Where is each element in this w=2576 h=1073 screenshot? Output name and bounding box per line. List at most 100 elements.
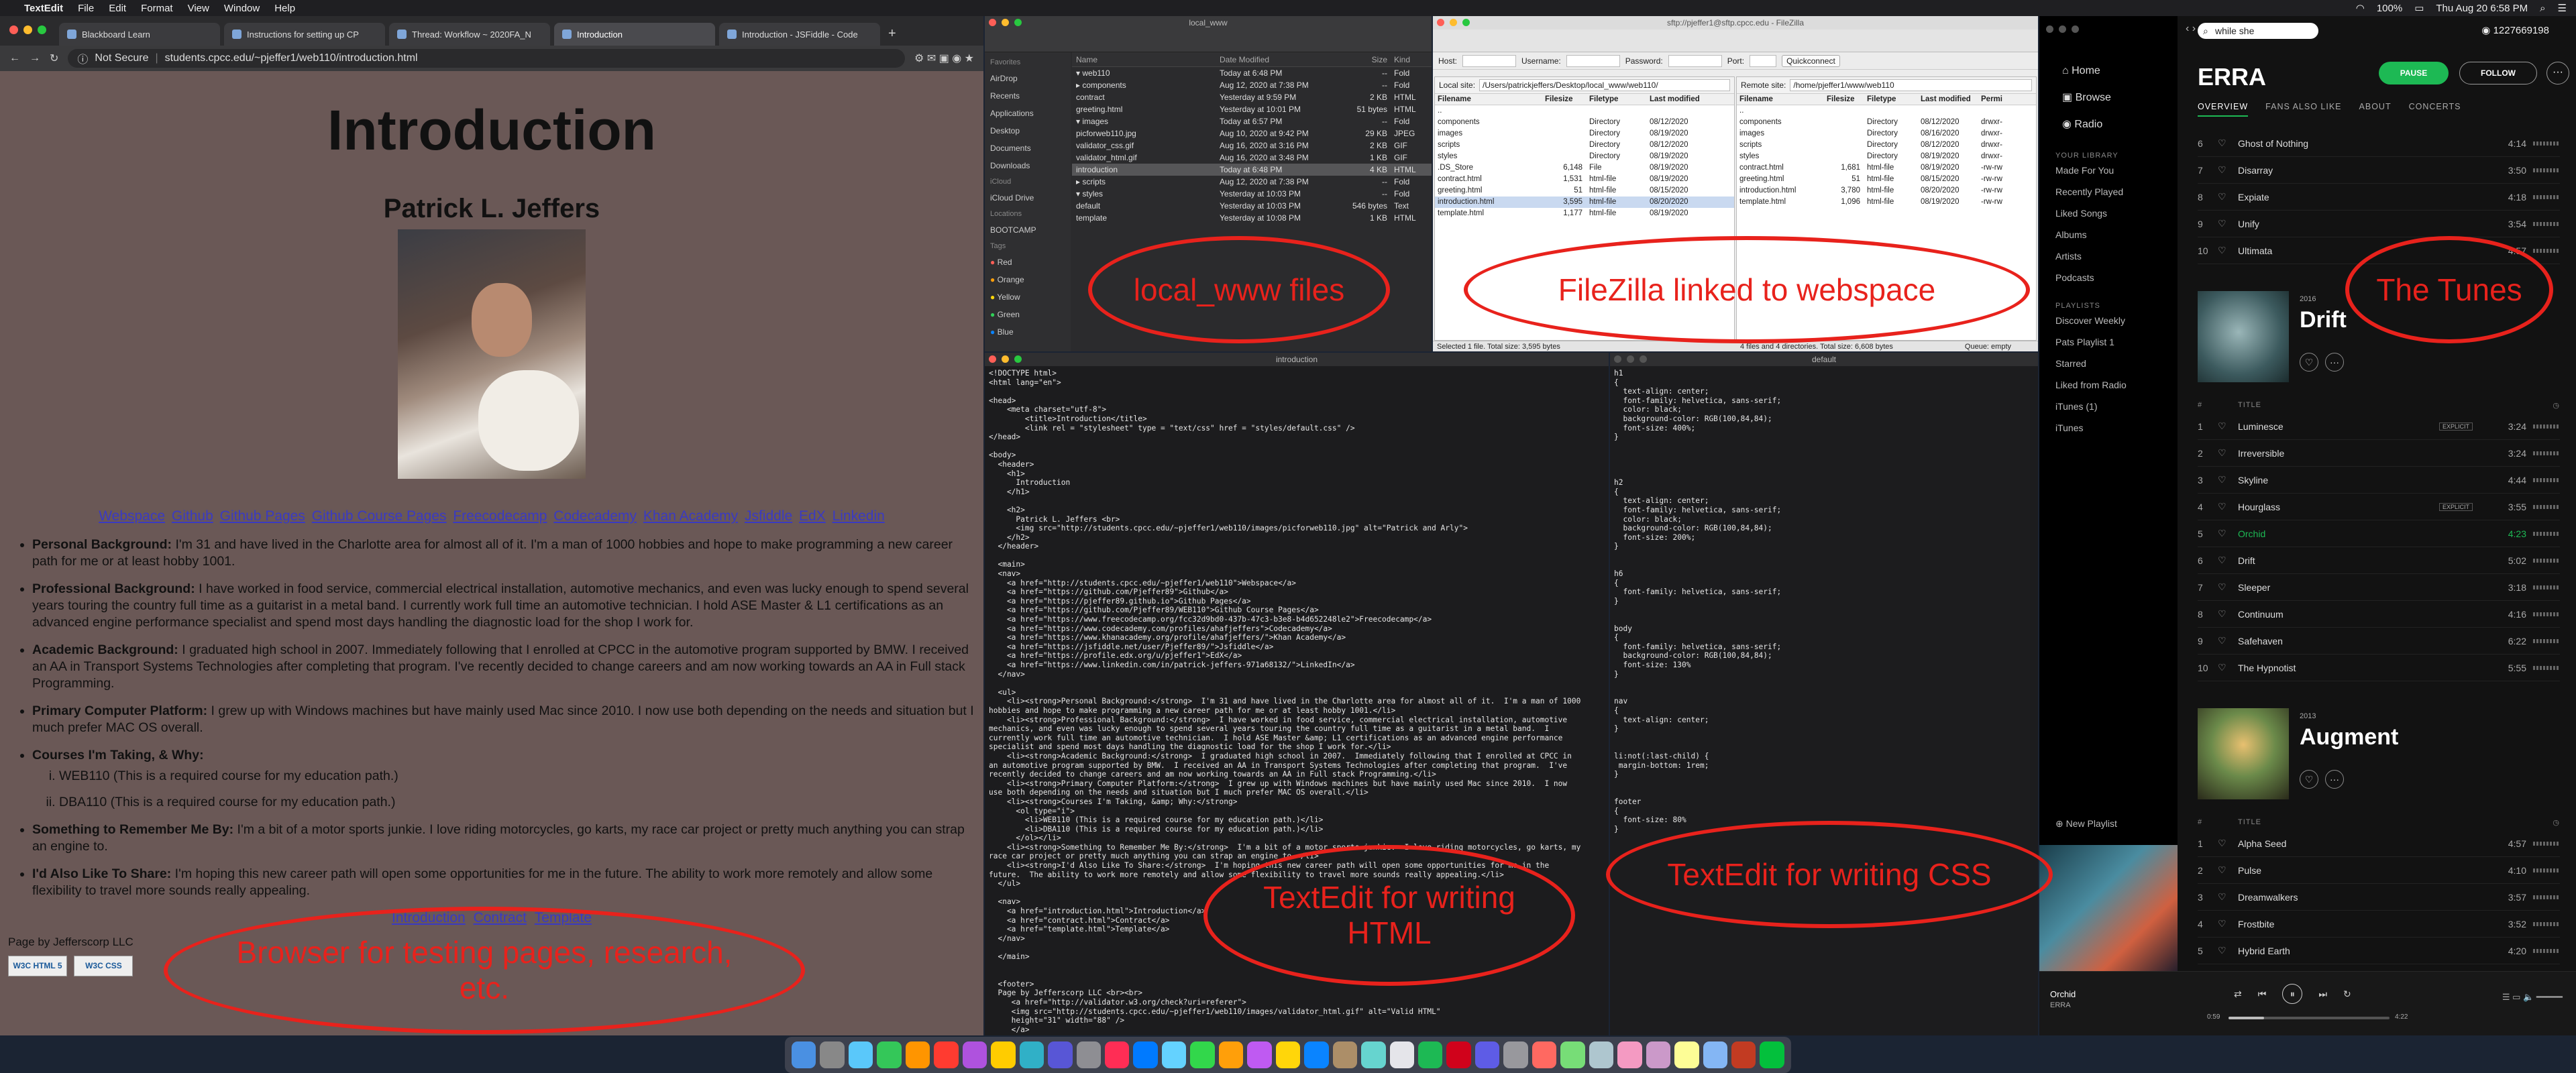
zoom-window-button[interactable] xyxy=(1462,19,1470,26)
link-github-pages[interactable]: Github Pages xyxy=(220,508,305,524)
library-item[interactable]: Liked Songs xyxy=(2039,203,2178,224)
heart-icon[interactable]: ♡ xyxy=(2218,528,2238,539)
column-header[interactable]: Filesize xyxy=(1824,94,1864,105)
dock-app-icon[interactable] xyxy=(1474,1041,1500,1068)
nav-radio[interactable]: ◉ Radio xyxy=(2062,111,2178,138)
file-row[interactable]: .DS_Store 6,148 File 08/19/2020 xyxy=(1435,162,1734,174)
sidebar-item-downloads[interactable]: Downloads xyxy=(990,157,1065,174)
file-row[interactable]: scripts Directory 08/12/2020 drwxr- xyxy=(1737,139,2036,151)
sidebar-item-documents[interactable]: Documents xyxy=(990,139,1065,157)
dock-app-icon[interactable] xyxy=(1446,1041,1471,1068)
tag-green[interactable]: ● Green xyxy=(990,306,1065,323)
dock-app-icon[interactable] xyxy=(792,1041,816,1068)
zoom-window-button[interactable] xyxy=(2072,25,2079,33)
minimize-window-button[interactable] xyxy=(1450,19,1457,26)
link-github-course-pages[interactable]: Github Course Pages xyxy=(312,508,447,524)
heart-icon[interactable]: ♡ xyxy=(2218,581,2238,593)
now-playing-artwork[interactable] xyxy=(2039,845,2178,976)
repeat-icon[interactable]: ↻ xyxy=(2343,989,2351,1000)
dock-app-icon[interactable] xyxy=(1275,1041,1301,1068)
finder-row[interactable]: picforweb110.jpg Aug 10, 2020 at 9:42 PM 2… xyxy=(1072,127,1432,139)
sidebar-item-icloud-drive[interactable]: iCloud Drive xyxy=(990,189,1065,207)
heart-icon[interactable]: ♡ xyxy=(2218,447,2238,459)
close-window-button[interactable] xyxy=(989,355,996,363)
url-field[interactable]: ⓘ Not Secure | students.cpcc.edu/~pjeffe… xyxy=(68,49,906,68)
dock-app-icon[interactable] xyxy=(1076,1041,1101,1068)
minimize-window-button[interactable] xyxy=(1002,355,1009,363)
file-row[interactable]: styles Directory 08/19/2020 xyxy=(1435,151,1734,162)
local-path-input[interactable]: /Users/patrickjeffers/Desktop/local_www/… xyxy=(1479,79,1730,91)
dock-app-icon[interactable] xyxy=(1361,1041,1386,1068)
minimize-window-button[interactable] xyxy=(23,25,32,34)
heart-icon[interactable]: ♡ xyxy=(2218,864,2238,876)
link-freecodecamp[interactable]: Freecodecamp xyxy=(453,508,547,524)
album-title[interactable]: Augment xyxy=(2300,724,2398,750)
finder-row[interactable]: validator_css.gif Aug 16, 2020 at 3:16 PM… xyxy=(1072,139,1432,152)
column-header[interactable]: Permi xyxy=(1978,94,2032,105)
track-row[interactable]: 4 ♡ Frostbite 3:52 xyxy=(2198,911,2560,938)
close-window-button[interactable] xyxy=(1614,355,1621,363)
column-header-name[interactable]: Name xyxy=(1072,52,1220,66)
zoom-window-button[interactable] xyxy=(1640,355,1647,363)
menu-file[interactable]: File xyxy=(78,3,94,14)
finder-row[interactable]: ▸ scripts Aug 12, 2020 at 7:38 PM -- Fold xyxy=(1072,176,1432,188)
finder-row[interactable]: ▾ images Today at 6:57 PM -- Fold xyxy=(1072,115,1432,127)
clock[interactable]: Thu Aug 20 6:58 PM xyxy=(2436,3,2528,14)
playlist-item[interactable]: Pats Playlist 1 xyxy=(2039,331,2178,353)
heart-icon[interactable]: ♡ xyxy=(2218,164,2238,176)
column-header[interactable]: Filetype xyxy=(1587,94,1647,105)
now-playing-artist[interactable]: ERRA xyxy=(2050,1001,2071,1009)
album-cover-drift[interactable] xyxy=(2198,291,2289,382)
track-row[interactable]: 2 ♡ Irreversible 3:24 xyxy=(2198,440,2560,467)
file-row[interactable]: introduction.html 3,595 html-file 08/20/202… xyxy=(1435,196,1734,208)
tag-red[interactable]: ● Red xyxy=(990,253,1065,271)
tag-orange[interactable]: ● Orange xyxy=(990,271,1065,288)
dock-app-icon[interactable] xyxy=(877,1041,902,1068)
minimize-window-button[interactable] xyxy=(2059,25,2066,33)
dock-app-icon[interactable] xyxy=(934,1041,959,1068)
finder-row[interactable]: ▾ web110 Today at 6:48 PM -- Fold xyxy=(1072,67,1432,79)
html-validator-badge[interactable]: W3C HTML 5 xyxy=(8,956,67,976)
heart-icon[interactable]: ♡ xyxy=(2218,218,2238,229)
heart-icon[interactable]: ♡ xyxy=(2218,838,2238,849)
back-forward-icons[interactable]: ‹ › xyxy=(2186,23,2196,35)
dock-app-icon[interactable] xyxy=(1589,1041,1614,1068)
track-row[interactable]: 7 ♡ Disarray 3:50 xyxy=(2198,157,2560,184)
heart-icon[interactable]: ♡ xyxy=(2218,420,2238,432)
tab-about[interactable]: ABOUT xyxy=(2359,102,2392,117)
dock-app-icon[interactable] xyxy=(1304,1041,1329,1068)
file-row[interactable]: scripts Directory 08/12/2020 xyxy=(1435,139,1734,151)
finder-row[interactable]: contract Yesterday at 9:59 PM 2 KB HTML xyxy=(1072,91,1432,103)
menu-view[interactable]: View xyxy=(188,3,209,14)
finder-row[interactable]: template Yesterday at 10:08 PM 1 KB HTML xyxy=(1072,212,1432,224)
track-row[interactable]: 2 ♡ Pulse 4:10 xyxy=(2198,857,2560,884)
link-linkedin[interactable]: Linkedin xyxy=(833,508,885,524)
menu-format[interactable]: Format xyxy=(141,3,173,14)
column-header-date[interactable]: Date Modified xyxy=(1220,52,1340,66)
library-item[interactable]: Artists xyxy=(2039,245,2178,267)
file-row[interactable]: introduction.html 3,780 html-file 08/20/202… xyxy=(1737,185,2036,196)
dock-app-icon[interactable] xyxy=(1532,1041,1557,1068)
heart-icon[interactable]: ♡ xyxy=(2218,474,2238,486)
remote-path-input[interactable]: /home/pjeffer1/www/web110 xyxy=(1790,79,2032,91)
playlist-item[interactable]: iTunes (1) xyxy=(2039,396,2178,417)
track-row[interactable]: 5 ♡ Hybrid Earth 4:20 xyxy=(2198,938,2560,964)
album-more-icon[interactable]: ··· xyxy=(2325,770,2344,789)
playlist-item[interactable]: iTunes xyxy=(2039,417,2178,439)
track-row[interactable]: 7 ♡ Sleeper 3:18 xyxy=(2198,574,2560,601)
column-header-size[interactable]: Size xyxy=(1340,52,1394,66)
css-editor[interactable]: h1 { text-align: center; font-family: he… xyxy=(1610,366,2038,836)
link-github[interactable]: Github xyxy=(172,508,213,524)
heart-icon[interactable]: ♡ xyxy=(2218,918,2238,929)
reload-icon[interactable]: ↻ xyxy=(50,52,58,65)
back-icon[interactable]: ← xyxy=(9,52,20,64)
link-jsfiddle[interactable]: Jsfiddle xyxy=(745,508,792,524)
next-icon[interactable]: ⏭ xyxy=(2318,989,2327,1000)
track-row[interactable]: 5 ♡ Orchid 4:23 xyxy=(2198,520,2560,547)
now-playing-title[interactable]: Orchid xyxy=(2050,989,2076,999)
track-row[interactable]: 9 ♡ Safehaven 6:22 xyxy=(2198,628,2560,655)
dock-app-icon[interactable] xyxy=(1104,1041,1130,1068)
column-header[interactable]: Filename xyxy=(1435,94,1542,105)
search-input[interactable]: ⌕ while she xyxy=(2198,23,2318,39)
track-row[interactable]: 3 ♡ Skyline 4:44 xyxy=(2198,467,2560,494)
